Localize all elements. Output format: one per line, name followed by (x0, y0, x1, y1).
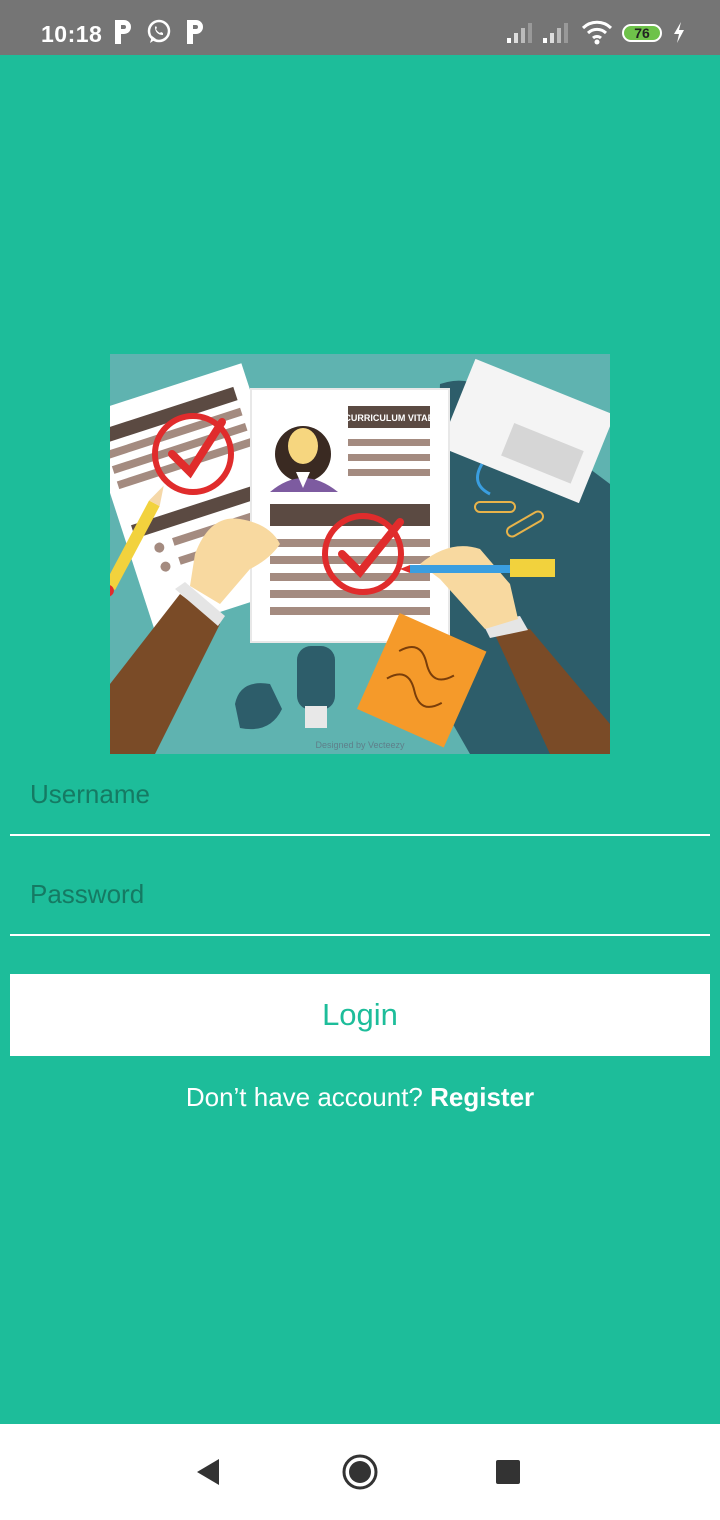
wifi-icon (581, 20, 613, 45)
username-input[interactable] (10, 754, 710, 834)
back-icon (197, 1459, 219, 1485)
register-link[interactable]: Register (430, 1082, 534, 1112)
password-field[interactable] (10, 854, 710, 936)
signal-icon (543, 23, 568, 43)
p-app-icon (115, 20, 131, 44)
charging-icon (674, 22, 684, 43)
home-button[interactable] (310, 1424, 410, 1520)
navigation-bar (0, 1424, 720, 1520)
username-field[interactable] (10, 754, 710, 836)
resume-illustration: CURRICULUM VITAE Designed by Vecteezy (110, 354, 610, 754)
register-prompt: Don’t have account? (185, 1082, 423, 1112)
battery-icon: 76 (622, 24, 662, 42)
home-icon (342, 1454, 378, 1490)
watermark-text: Designed by Vecteezy (315, 740, 405, 750)
back-button[interactable] (158, 1424, 258, 1520)
recents-button[interactable] (458, 1424, 558, 1520)
status-bar: 10:18 76 (0, 0, 720, 55)
recents-icon (496, 1460, 520, 1484)
status-time: 10:18 (41, 21, 103, 47)
p-app-icon (187, 20, 203, 44)
password-input[interactable] (10, 854, 710, 934)
battery-level: 76 (634, 25, 650, 41)
login-button[interactable]: Login (10, 974, 710, 1056)
cv-header-text: CURRICULUM VITAE (344, 413, 433, 423)
register-row: Don’t have account? Register (0, 1082, 720, 1113)
signal-icon (507, 23, 532, 43)
whatsapp-icon (147, 19, 171, 43)
